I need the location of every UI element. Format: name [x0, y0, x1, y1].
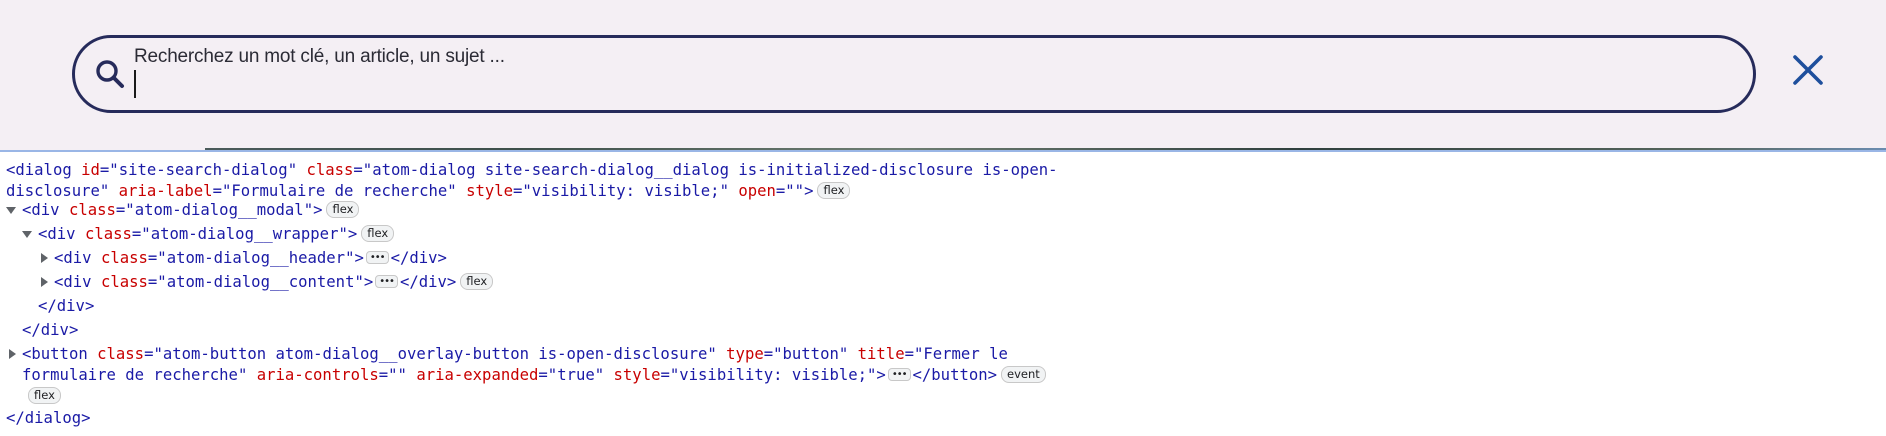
dom-node-modal-close[interactable]: </div>: [22, 320, 78, 340]
dom-node-button-badge: flex: [28, 386, 61, 406]
flex-badge[interactable]: flex: [326, 201, 360, 218]
attr-value: formulaire de recherche: [22, 366, 238, 384]
event-badge[interactable]: event: [1001, 366, 1046, 383]
tag-name: button: [931, 366, 988, 384]
tag-name: button: [31, 345, 88, 363]
tag-name: dialog: [24, 409, 82, 427]
tag-name: div: [47, 225, 76, 243]
tag-name: dialog: [15, 161, 72, 179]
tag-name: div: [31, 201, 60, 219]
dom-node-button-cont[interactable]: formulaire de recherche" aria-controls="…: [22, 365, 1046, 385]
attr-name: open: [738, 182, 776, 200]
attr-name: aria-controls: [256, 366, 379, 384]
attr-name: title: [857, 345, 905, 363]
expand-triangle-icon[interactable]: [6, 207, 16, 214]
attr-value: atom-dialog site-search-dialog__dialog i…: [372, 161, 1058, 179]
dom-node-header[interactable]: <div class="atom-dialog__header"> ••• </di…: [54, 248, 447, 268]
attr-value: visibility: visible;: [531, 182, 720, 200]
attr-value: visibility: visible;: [679, 366, 868, 384]
attr-name: class: [100, 273, 148, 291]
search-icon[interactable]: [89, 53, 133, 97]
dom-node-wrapper[interactable]: <div class="atom-dialog__wrapper"> flex: [38, 224, 395, 244]
flex-badge[interactable]: flex: [817, 182, 851, 199]
attr-value: atom-dialog__header: [166, 249, 346, 267]
close-search-button[interactable]: [1790, 52, 1826, 88]
attr-name: style: [466, 182, 514, 200]
attr-value: atom-dialog__modal: [134, 201, 304, 219]
dom-node-dialog-cont[interactable]: disclosure" aria-label="Formulaire de re…: [6, 181, 851, 201]
tag-name: div: [409, 249, 438, 267]
flex-badge[interactable]: flex: [361, 225, 395, 242]
dom-node-modal[interactable]: <div class="atom-dialog__modal"> flex: [22, 200, 360, 220]
attr-value: atom-dialog__content: [166, 273, 355, 291]
flex-badge[interactable]: flex: [460, 273, 494, 290]
close-icon[interactable]: [1790, 52, 1826, 88]
attr-value: Fermer le: [923, 345, 1008, 363]
ellipsis-button[interactable]: •••: [365, 251, 389, 264]
dom-node-button[interactable]: <button class="atom-button atom-dialog__…: [22, 344, 1008, 364]
attr-name: aria-expanded: [416, 366, 539, 384]
flex-badge[interactable]: flex: [28, 387, 61, 404]
attr-value: atom-button atom-dialog__overlay-button …: [162, 345, 708, 363]
search-input-caret[interactable]: [134, 70, 136, 98]
ellipsis-button[interactable]: •••: [375, 275, 398, 288]
dom-node-wrapper-close[interactable]: </div>: [38, 296, 94, 316]
collapse-triangle-icon[interactable]: [41, 253, 48, 263]
expand-triangle-icon[interactable]: [22, 231, 32, 238]
tag-name: div: [56, 297, 85, 315]
attr-name: class: [306, 161, 354, 179]
dom-node-content[interactable]: <div class="atom-dialog__content"> ••• </d…: [54, 272, 494, 292]
attr-name: aria-label: [118, 182, 213, 200]
devtools-elements-panel: <dialog id="site-search-dialog" class="a…: [0, 152, 1886, 436]
attr-value: disclosure: [6, 182, 100, 200]
attr-name: id: [81, 161, 100, 179]
attr-value: button: [782, 345, 839, 363]
attr-value: atom-dialog__wrapper: [150, 225, 339, 243]
attr-name: style: [613, 366, 661, 384]
attr-value: site-search-dialog: [118, 161, 288, 179]
attr-name: class: [84, 225, 132, 243]
ellipsis-button[interactable]: •••: [887, 368, 911, 381]
tag-name: div: [418, 273, 447, 291]
tag-name: div: [63, 273, 92, 291]
attr-name: class: [68, 201, 116, 219]
attr-name: type: [726, 345, 764, 363]
search-overlay-header: Recherchez un mot clé, un article, un su…: [0, 0, 1886, 150]
attr-value: true: [557, 366, 595, 384]
attr-name: class: [97, 345, 145, 363]
search-label: Recherchez un mot clé, un article, un su…: [134, 46, 505, 67]
tag-name: div: [63, 249, 92, 267]
tag-name: div: [40, 321, 69, 339]
collapse-triangle-icon[interactable]: [9, 349, 16, 359]
collapse-triangle-icon[interactable]: [41, 277, 48, 287]
dom-node-dialog[interactable]: <dialog id="site-search-dialog" class="a…: [6, 160, 1058, 180]
dom-node-dialog-close[interactable]: </dialog>: [6, 408, 91, 428]
attr-value: Formulaire de recherche: [231, 182, 448, 200]
attr-name: class: [100, 249, 148, 267]
